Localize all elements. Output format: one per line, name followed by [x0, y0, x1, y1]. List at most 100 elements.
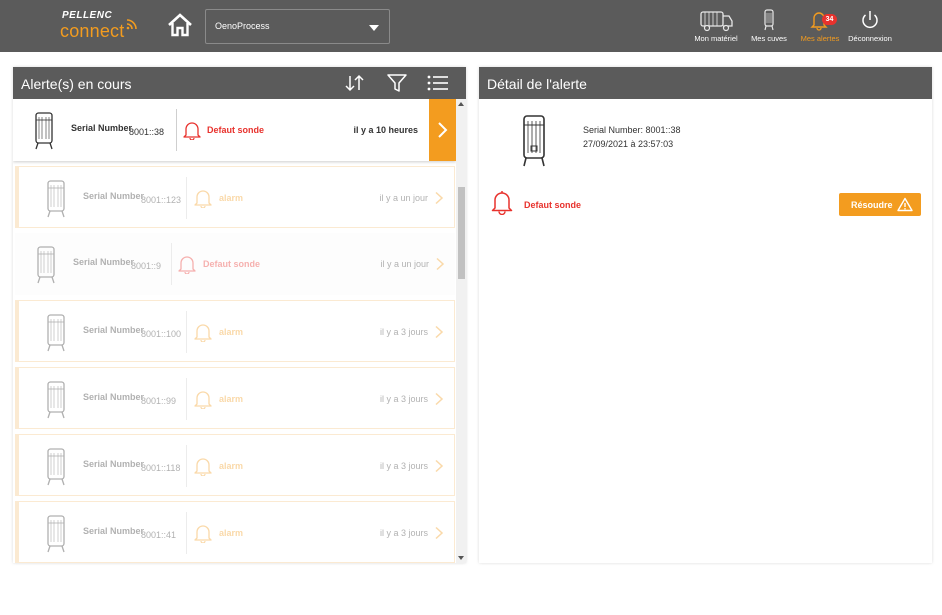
tank-icon — [37, 246, 55, 284]
nav-mes-cuves[interactable]: Mes cuves — [748, 8, 790, 46]
alert-time: il y a 10 heures — [353, 125, 418, 135]
bell-icon — [194, 458, 212, 476]
resolve-button[interactable]: Résoudre — [839, 193, 921, 216]
alert-time: il y a 3 jours — [379, 528, 428, 538]
chevron-right-icon[interactable] — [434, 191, 444, 205]
serial-number-label: Serial Number — [83, 392, 145, 402]
detail-timestamp: 27/09/2021 à 23:57:03 — [583, 139, 674, 149]
home-button[interactable] — [166, 12, 194, 38]
nav-deconnexion[interactable]: Déconnexion — [845, 8, 895, 46]
scroll-thumb[interactable] — [458, 187, 465, 279]
serial-number-value: 8001::38 — [129, 127, 165, 137]
serial-number-label: Serial Number — [71, 123, 133, 133]
alert-type: Defaut sonde — [203, 259, 261, 269]
list-view-button[interactable] — [426, 72, 450, 94]
serial-number-label: Serial Number — [83, 526, 145, 536]
alerts-list: Serial Number 8001::38 Defaut sonde il y a … — [13, 99, 466, 563]
nav-mes-alertes-label: Mes alertes — [800, 34, 840, 43]
wifi-signal-icon — [126, 19, 137, 30]
filter-button[interactable] — [385, 72, 409, 94]
nav-mon-materiel-label: Mon matériel — [694, 34, 738, 43]
nav-mes-alertes[interactable]: 34 Mes alertes — [797, 8, 843, 46]
row-divider — [171, 243, 172, 285]
chevron-right-icon[interactable] — [434, 459, 444, 473]
alert-time: il y a 3 jours — [379, 461, 428, 471]
alert-detail-header: Détail de l'alerte — [479, 67, 932, 99]
serial-number-label: Serial Number — [83, 191, 145, 201]
tank-icon — [764, 9, 774, 31]
filter-icon — [387, 74, 407, 92]
row-divider — [186, 445, 187, 487]
warning-icon — [897, 197, 913, 212]
chevron-right-icon[interactable] — [435, 257, 445, 271]
serial-number-label: Serial Number — [73, 257, 135, 267]
bell-icon — [194, 391, 212, 409]
home-icon — [168, 13, 192, 37]
nav-mes-cuves-label: Mes cuves — [751, 34, 787, 43]
alert-row[interactable]: Serial Number 8001::118 alarm il y a 3 jour… — [15, 434, 455, 496]
chevron-right-icon[interactable] — [434, 526, 444, 540]
bell-icon — [194, 324, 212, 342]
sort-button[interactable] — [343, 72, 367, 94]
scroll-down-icon[interactable] — [458, 556, 464, 560]
bell-icon — [178, 256, 196, 274]
alert-row[interactable]: Serial Number 8001::9 Defaut sonde il y a u… — [15, 233, 455, 295]
bell-icon — [491, 191, 513, 215]
serial-number-label: Serial Number — [83, 459, 145, 469]
row-divider — [186, 177, 187, 219]
detail-alert-type: Defaut sonde — [524, 200, 582, 210]
resolve-button-label: Résoudre — [851, 200, 893, 210]
alert-row[interactable]: Serial Number 8001::38 Defaut sonde il y a … — [13, 99, 456, 161]
alert-type: Defaut sonde — [207, 125, 265, 135]
pellenc-connect-logo[interactable]: PELLENC connect — [60, 8, 150, 44]
truck-icon — [700, 11, 733, 32]
tank-icon — [47, 180, 65, 218]
logo-product: connect — [60, 21, 125, 41]
tank-icon — [47, 381, 65, 419]
chevron-right-icon[interactable] — [434, 392, 444, 406]
serial-number-label: Serial Number — [83, 325, 145, 335]
chevron-right-icon — [438, 122, 448, 138]
row-divider — [176, 109, 177, 151]
alert-row[interactable]: Serial Number 8001::123 alarm il y a un jou… — [15, 166, 455, 228]
alert-detail-panel: Détail de l'alerte Serial Number: 8001::… — [479, 67, 932, 563]
alert-type: alarm — [219, 394, 244, 404]
nav-mon-materiel[interactable]: Mon matériel — [690, 8, 742, 46]
site-select-dropdown[interactable]: OenoProcess — [205, 9, 390, 44]
nav-deconnexion-label: Déconnexion — [848, 34, 892, 43]
serial-number-value: 8001::118 — [141, 463, 181, 473]
alerts-list-panel: Alerte(s) en cours Serial Number 8001::38… — [13, 67, 466, 563]
alert-type: alarm — [219, 193, 244, 203]
open-alert-button[interactable] — [429, 99, 456, 161]
serial-number-value: 8001::9 — [131, 261, 162, 271]
tank-icon — [35, 112, 53, 150]
chevron-down-icon — [369, 25, 379, 31]
alerts-list-title: Alerte(s) en cours — [21, 76, 132, 92]
power-icon — [862, 11, 878, 29]
bell-icon — [194, 190, 212, 208]
alert-detail-title: Détail de l'alerte — [487, 76, 587, 92]
alert-type: alarm — [219, 528, 244, 538]
row-divider — [186, 512, 187, 554]
serial-number-value: 8001::41 — [141, 530, 177, 540]
alert-time: il y a un jour — [380, 259, 429, 269]
alert-row[interactable]: Serial Number 8001::99 alarm il y a 3 jours — [15, 367, 455, 429]
alert-count-badge: 34 — [822, 14, 837, 25]
sort-icon — [345, 74, 364, 92]
scroll-up-icon[interactable] — [458, 102, 464, 106]
alerts-list-header: Alerte(s) en cours — [13, 67, 466, 99]
alert-time: il y a 3 jours — [379, 327, 428, 337]
alert-row[interactable]: Serial Number 8001::100 alarm il y a 3 jour… — [15, 300, 455, 362]
alert-time: il y a un jour — [379, 193, 428, 203]
tank-icon — [47, 515, 65, 553]
tank-icon — [47, 314, 65, 352]
serial-number-value: 8001::123 — [141, 195, 182, 205]
site-select-value: OenoProcess — [215, 21, 270, 31]
detail-serial-number: Serial Number: 8001::38 — [583, 125, 681, 135]
tank-icon — [47, 448, 65, 486]
alerts-list-scrollbar[interactable] — [456, 99, 466, 563]
alert-row[interactable]: Serial Number 8001::41 alarm il y a 3 jours — [15, 501, 455, 563]
bell-icon — [183, 122, 201, 140]
chevron-right-icon[interactable] — [434, 325, 444, 339]
tank-icon — [523, 115, 545, 167]
